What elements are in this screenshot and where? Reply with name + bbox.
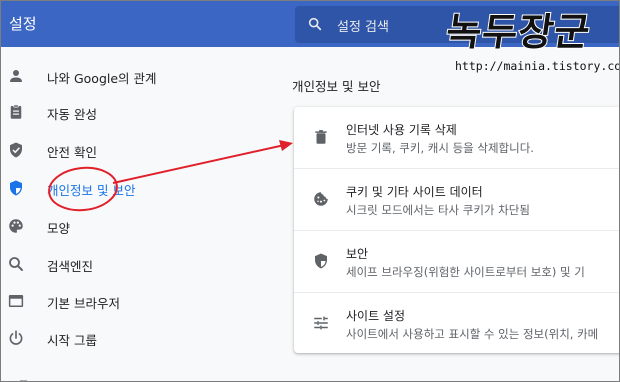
settings-window: 설정 설정 검색 나와 Google의 관계 자동 완성 안전 확인 개인정보 … <box>0 0 620 382</box>
sidebar-nav: 나와 Google의 관계 자동 완성 안전 확인 개인정보 및 보안 모양 검… <box>1 47 271 381</box>
app-title: 설정 <box>9 15 37 33</box>
security-shield-icon <box>315 253 327 269</box>
annotation-arrow-head <box>279 140 293 151</box>
sidebar-item-label: 개인정보 및 보안 <box>47 183 136 198</box>
sidebar-item-you-and-google[interactable]: 나와 Google의 관계 <box>1 58 271 94</box>
sidebar-item-label: 검색엔진 <box>47 259 94 274</box>
sidebar-item-advanced[interactable]: 고급 <box>7 377 29 381</box>
trash-icon <box>315 130 327 144</box>
browser-icon <box>8 295 24 307</box>
privacy-card: 인터넷 사용 기록 삭제 방문 기록, 쿠키, 캐시 등을 삭제합니다. 쿠키 … <box>294 107 619 353</box>
tune-icon <box>314 316 328 330</box>
sidebar-item-label: 자동 완성 <box>47 107 97 122</box>
sidebar-item-autofill[interactable]: 자동 완성 <box>1 94 271 130</box>
person-icon <box>10 70 22 82</box>
row-clear-browsing-data[interactable]: 인터넷 사용 기록 삭제 방문 기록, 쿠키, 캐시 등을 삭제합니다. <box>294 107 619 168</box>
shield-check-icon <box>10 142 22 158</box>
row-site-settings[interactable]: 사이트 설정 사이트에서 사용하고 표시할 수 있는 정보(위치, 카메 <box>294 293 619 353</box>
sidebar-item-label: 기본 브라우저 <box>47 296 120 311</box>
watermark-title: 녹두장군 <box>442 8 594 55</box>
cookie-icon <box>314 192 328 206</box>
row-title: 인터넷 사용 기록 삭제 <box>346 123 457 137</box>
sidebar-item-appearance[interactable]: 모양 <box>1 208 271 244</box>
sidebar-item-on-startup[interactable]: 시작 그룹 <box>1 320 271 356</box>
row-subtitle: 방문 기록, 쿠키, 캐시 등을 삭제합니다. <box>346 141 534 155</box>
sidebar-item-label: 모양 <box>47 221 71 236</box>
sidebar-item-default-browser[interactable]: 기본 브라우저 <box>1 283 271 319</box>
sidebar-item-label: 안전 확인 <box>47 145 97 160</box>
section-title: 개인정보 및 보안 <box>292 79 381 94</box>
row-cookies[interactable]: 쿠키 및 기타 사이트 데이터 시크릿 모드에서는 타사 쿠키가 차단됨 <box>294 169 619 230</box>
sidebar-item-label: 시작 그룹 <box>47 333 97 348</box>
watermark-url: http://mainia.tistory.com <box>453 59 619 73</box>
sidebar-item-search-engine[interactable]: 검색엔진 <box>1 246 271 282</box>
shield-icon <box>10 180 22 196</box>
sidebar-item-safety-check[interactable]: 안전 확인 <box>1 132 271 168</box>
row-subtitle: 세이프 브라우징(위험한 사이트로부터 보호) 및 기 <box>346 265 585 279</box>
search-placeholder[interactable]: 설정 검색 <box>337 16 389 35</box>
row-title: 보안 <box>346 247 369 261</box>
watermark: 녹두장군 http://mainia.tistory.com <box>441 5 619 79</box>
search-icon <box>9 257 23 271</box>
search-icon <box>308 17 322 31</box>
sidebar-item-label: 나와 Google의 관계 <box>47 71 157 86</box>
clipboard-icon <box>10 104 22 119</box>
row-subtitle: 사이트에서 사용하고 표시할 수 있는 정보(위치, 카메 <box>346 327 599 341</box>
power-icon <box>9 330 23 345</box>
palette-icon <box>9 219 23 233</box>
row-title: 쿠키 및 기타 사이트 데이터 <box>346 185 483 199</box>
row-security[interactable]: 보안 세이프 브라우징(위험한 사이트로부터 보호) 및 기 <box>294 231 619 292</box>
row-subtitle: 시크릿 모드에서는 타사 쿠키가 차단됨 <box>346 203 530 217</box>
row-title: 사이트 설정 <box>346 309 406 323</box>
sidebar-item-privacy-security[interactable]: 개인정보 및 보안 <box>1 170 271 206</box>
